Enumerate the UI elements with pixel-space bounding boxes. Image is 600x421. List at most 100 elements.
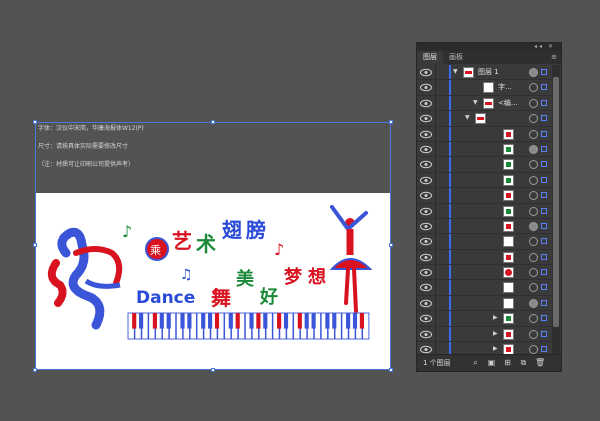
layer-row[interactable]	[417, 141, 553, 158]
layer-row[interactable]: ▼ <编...	[417, 95, 553, 112]
artwork-canvas[interactable]: ♪ ♫ ♪ 乘 艺 术 翅 膀 Dance 舞 美 好 梦 想	[36, 193, 391, 369]
lock-toggle[interactable]	[436, 80, 448, 94]
target-circle-icon[interactable]	[529, 68, 538, 77]
target-circle-icon[interactable]	[529, 298, 538, 308]
layer-name[interactable]: 字...	[498, 82, 512, 92]
selection-handle[interactable]	[33, 368, 37, 372]
target-circle-icon[interactable]	[529, 129, 538, 139]
layers-scrollbar[interactable]	[552, 65, 560, 355]
collapse-panel-icon[interactable]: ◂◂ ✕	[534, 43, 555, 50]
lock-toggle[interactable]	[436, 280, 448, 294]
collapse-triangle-icon[interactable]: ▶	[493, 330, 498, 337]
layer-row[interactable]	[417, 265, 553, 281]
locate-object-icon[interactable]: ⌕	[471, 358, 480, 367]
layer-row[interactable]	[417, 203, 553, 219]
layer-row[interactable]	[417, 157, 553, 173]
layer-row[interactable]: ▼ 图层 1	[417, 65, 553, 81]
visibility-eye-icon[interactable]	[419, 159, 433, 170]
target-circle-icon[interactable]	[529, 283, 538, 293]
visibility-eye-icon[interactable]	[419, 98, 433, 109]
lock-toggle[interactable]	[436, 327, 448, 341]
visibility-eye-icon[interactable]	[419, 252, 433, 263]
layer-name[interactable]: <编...	[498, 98, 518, 108]
selection-handle[interactable]	[389, 243, 393, 247]
lock-toggle[interactable]	[436, 173, 448, 187]
layer-row[interactable]	[417, 249, 553, 266]
visibility-eye-icon[interactable]	[419, 82, 433, 93]
visibility-eye-icon[interactable]	[419, 267, 433, 278]
visibility-eye-icon[interactable]	[419, 282, 433, 293]
layer-row[interactable]	[417, 295, 553, 312]
selection-indicator[interactable]	[541, 192, 547, 199]
selection-handle[interactable]	[389, 368, 393, 372]
layer-row[interactable]	[417, 280, 553, 296]
target-circle-icon[interactable]	[529, 191, 538, 201]
lock-toggle[interactable]	[436, 65, 448, 79]
selection-handle[interactable]	[211, 120, 215, 124]
lock-toggle[interactable]	[436, 250, 448, 264]
selection-indicator[interactable]	[541, 222, 547, 229]
layer-row[interactable]: ▶	[417, 311, 553, 327]
scrollbar-thumb[interactable]	[553, 77, 559, 327]
lock-toggle[interactable]	[436, 234, 448, 248]
selection-indicator[interactable]	[541, 315, 547, 322]
lock-toggle[interactable]	[436, 96, 448, 110]
collapse-triangle-icon[interactable]: ▶	[493, 345, 498, 352]
selection-handle[interactable]	[33, 243, 37, 247]
selection-indicator[interactable]	[541, 84, 547, 91]
visibility-eye-icon[interactable]	[419, 236, 433, 247]
create-sublayer-icon[interactable]: ⊞	[503, 358, 512, 367]
visibility-eye-icon[interactable]	[419, 206, 433, 217]
lock-toggle[interactable]	[436, 127, 448, 141]
target-circle-icon[interactable]	[529, 329, 538, 339]
layer-row[interactable]	[417, 126, 553, 142]
layer-row[interactable]	[417, 172, 553, 189]
target-circle-icon[interactable]	[529, 268, 538, 278]
lock-toggle[interactable]	[436, 111, 448, 125]
visibility-eye-icon[interactable]	[419, 221, 433, 232]
delete-layer-icon[interactable]: 🗑	[535, 358, 545, 367]
target-circle-icon[interactable]	[529, 221, 538, 231]
visibility-eye-icon[interactable]	[419, 67, 433, 78]
target-circle-icon[interactable]	[529, 175, 538, 185]
layer-row[interactable]: 字...	[417, 80, 553, 96]
selection-indicator[interactable]	[541, 161, 547, 168]
selection-handle[interactable]	[389, 120, 393, 124]
panel-grip[interactable]: ◂◂ ✕	[417, 43, 561, 51]
lock-toggle[interactable]	[436, 204, 448, 218]
lock-toggle[interactable]	[436, 219, 448, 233]
visibility-eye-icon[interactable]	[419, 175, 433, 186]
collapse-triangle-icon[interactable]: ▶	[493, 314, 498, 321]
target-circle-icon[interactable]	[529, 160, 538, 170]
lock-toggle[interactable]	[436, 296, 448, 310]
selection-indicator[interactable]	[541, 207, 547, 214]
selection-indicator[interactable]	[541, 346, 547, 353]
target-circle-icon[interactable]	[529, 83, 538, 93]
selection-indicator[interactable]	[541, 299, 547, 306]
selection-indicator[interactable]	[541, 330, 547, 337]
expand-triangle-icon[interactable]: ▼	[465, 114, 470, 121]
target-circle-icon[interactable]	[529, 345, 538, 355]
expand-triangle-icon[interactable]: ▼	[453, 68, 458, 75]
selection-indicator[interactable]	[541, 130, 547, 137]
selection-indicator[interactable]	[541, 238, 547, 245]
lock-toggle[interactable]	[436, 142, 448, 156]
panel-menu-icon[interactable]: ≡	[551, 53, 557, 61]
new-layer-icon[interactable]: ⧉	[519, 358, 528, 367]
visibility-eye-icon[interactable]	[419, 129, 433, 140]
selection-indicator[interactable]	[541, 269, 547, 276]
target-circle-icon[interactable]	[529, 114, 538, 124]
selection-handle[interactable]	[211, 368, 215, 372]
lock-toggle[interactable]	[436, 265, 448, 279]
target-circle-icon[interactable]	[529, 252, 538, 262]
visibility-eye-icon[interactable]	[419, 313, 433, 324]
visibility-eye-icon[interactable]	[419, 329, 433, 340]
selection-indicator[interactable]	[541, 176, 547, 183]
make-clipping-mask-icon[interactable]: ▣	[487, 358, 496, 367]
selection-indicator[interactable]	[541, 284, 547, 291]
lock-toggle[interactable]	[436, 311, 448, 325]
target-circle-icon[interactable]	[529, 206, 538, 216]
selection-indicator[interactable]	[541, 115, 547, 122]
layer-row[interactable]: ▼	[417, 111, 553, 127]
selection-indicator[interactable]	[541, 69, 547, 75]
